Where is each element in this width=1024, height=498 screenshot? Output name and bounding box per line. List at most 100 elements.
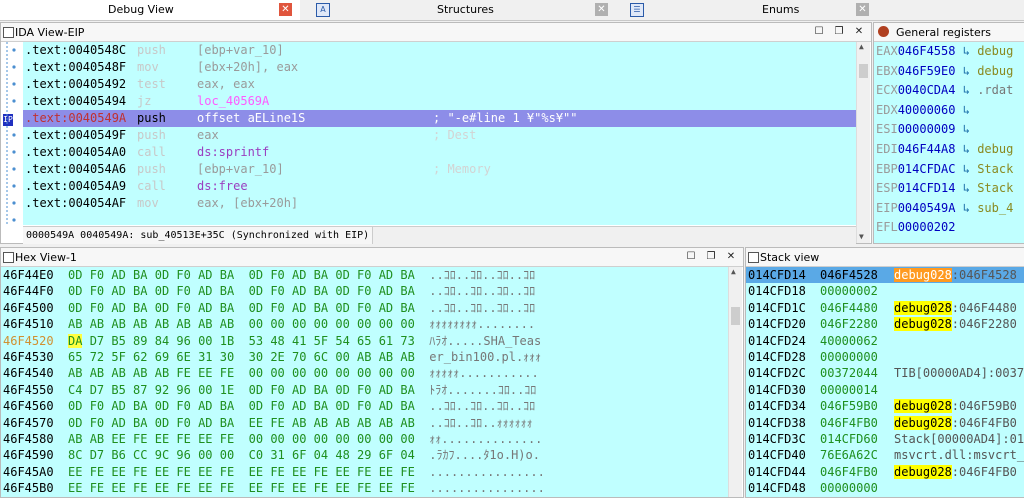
close-icon[interactable]: ✕ [595,3,608,16]
hex-view-title: Hex View-1 [15,251,77,264]
stack-row[interactable]: 014CFD38 046F4FB0 debug028:046F4FB0 [746,415,1024,431]
stack-row[interactable]: 014CFD1C 046F4480 debug028:046F4480 [746,300,1024,316]
disassembly-scrollbar[interactable]: ▲ ▼ [856,42,870,243]
scroll-down-icon[interactable]: ▼ [859,232,864,241]
stack-row[interactable]: 014CFD44 046F4FB0 debug028:046F4FB0 [746,464,1024,480]
hex-row[interactable]: 46F4530 65 72 5F 62 69 6E 31 30 30 2E 70… [3,349,541,365]
hex-row[interactable]: 46F4510 AB AB AB AB AB AB AB AB 00 00 00… [3,316,535,332]
disasm-line[interactable]: .text:00405492 test eax, eax [23,76,856,93]
stack-row[interactable]: 014CFD40 76E6A62C msvcrt.dll:msvcrt_ [746,447,1024,463]
stack-view-panel: Stack view 014CFD14 046F4528 debug028:046F… [745,247,1024,498]
registers-list[interactable]: EAX046F4558 ↳ debug EBX046F59E0 ↳ debug … [874,42,1024,243]
disasm-line[interactable]: .text:004054A0 call ds:sprintf [23,144,856,161]
hex-row[interactable]: 46F45A0 EE FE EE FE EE FE EE FE EE FE EE… [3,464,545,480]
hex-dump[interactable]: 46F44E0 0D F0 AD BA 0D F0 AD BA 0D F0 AD… [1,267,728,497]
document-tab-bar: Debug View ✕ A Structures ✕ ☰ Enums ✕ [0,0,1024,21]
register-row[interactable]: EBX046F59E0 ↳ debug [876,62,1013,81]
close-icon[interactable]: ✕ [725,250,737,263]
register-row[interactable]: ESI00000009 ↳ [876,120,970,139]
stack-row[interactable]: 014CFD18 00000002 [746,283,1024,299]
jump-arrow-icon: ↳ [962,44,970,58]
register-row[interactable]: ECX0040CDA4 ↳ .rdat [876,81,1013,100]
restore-icon[interactable]: ❐ [705,250,717,263]
register-row[interactable]: EAX046F4558 ↳ debug [876,42,1013,61]
tab-debug-view[interactable]: Debug View ✕ [0,0,300,20]
hex-row[interactable]: 46F4500 0D F0 AD BA 0D F0 AD BA 0D F0 AD… [3,300,535,316]
disasm-line[interactable]: .text:004054AF mov eax, [ebx+20h] [23,195,856,212]
hex-scrollbar[interactable]: ▲ [728,267,742,497]
close-icon[interactable]: ✕ [856,3,869,16]
registers-panel: General registers EAX046F4558 ↳ debug EB… [873,22,1024,244]
hex-row[interactable]: 46F44F0 0D F0 AD BA 0D F0 AD BA 0D F0 AD… [3,283,535,299]
hex-row[interactable]: 46F45B0 EE FE EE FE EE FE EE FE EE FE EE… [3,480,545,496]
scrollbar-thumb[interactable] [731,307,740,325]
disasm-line[interactable]: .text:0040548C push [ebp+var_10] [23,42,856,59]
selected-byte: DA [68,333,83,348]
register-row[interactable]: EFL00000202 [876,218,955,237]
hex-row[interactable]: 46F4590 8C D7 B6 CC 9C 96 00 00 C0 31 6F… [3,447,540,463]
stack-view-title: Stack view [760,251,820,264]
scroll-up-icon[interactable]: ▲ [731,267,736,276]
jump-arrow-icon: ↳ [962,122,970,137]
disassembly-title-bar: IDA View-EIP ☐ ❐ ✕ [1,23,871,42]
close-icon[interactable]: ✕ [853,25,865,38]
stack-row[interactable]: 014CFD20 046F2280 debug028:046F2280 [746,316,1024,332]
restore-icon[interactable]: ❐ [833,25,845,38]
disassembly-listing[interactable]: .text:0040548C push [ebp+var_10] .text:004… [23,42,856,225]
flow-arrows [6,42,16,225]
structures-icon: A [316,3,330,17]
tab-debug-view-label: Debug View [108,3,174,16]
disassembly-title: IDA View-EIP [15,26,85,39]
jump-arrow-icon: ↳ [962,102,970,117]
hex-view-title-bar: Hex View-1 ☐ ❐ ✕ [1,248,743,267]
stack-list[interactable]: 014CFD14 046F4528 debug028:046F4528 014CFD… [746,267,1024,497]
disasm-line[interactable]: .text:004054A9 call ds:free [23,178,856,195]
jump-arrow-icon: ↳ [962,83,970,98]
bug-icon [878,26,889,37]
register-row[interactable]: EIP0040549A ↳ sub_4 [876,199,1013,218]
jump-arrow-icon: ↳ [962,142,970,156]
jump-arrow-icon: ↳ [962,181,970,196]
register-row[interactable]: ESP014CFD14 ↳ Stack [876,179,1013,198]
tab-enums[interactable]: ☰ Enums ✕ [620,0,870,20]
hex-row[interactable]: 46F44E0 0D F0 AD BA 0D F0 AD BA 0D F0 AD… [3,267,535,283]
jump-arrow-icon: ↳ [962,161,970,176]
close-icon[interactable]: ✕ [279,3,292,16]
view-icon [748,252,759,263]
register-row[interactable]: EDX40000060 ↳ [876,101,970,120]
minimize-icon[interactable]: ☐ [685,250,697,263]
disasm-line[interactable]: .text:00405494 jz loc_40569A [23,93,856,110]
scroll-up-icon[interactable]: ▲ [859,42,864,51]
hex-row-selected[interactable]: 46F4520 DA D7 B5 89 84 96 00 1B 53 48 41… [3,333,541,349]
hex-row[interactable]: 46F4540 AB AB AB AB AB FE EE FE 00 00 00… [3,365,539,381]
stack-row[interactable]: 014CFD28 00000000 [746,349,1024,365]
stack-row[interactable]: 014CFD30 00000014 [746,382,1024,398]
disasm-line[interactable]: .text:0040548F mov [ebx+20h], eax [23,59,856,76]
disassembly-status-bar: 0000549A 0040549A: sub_40513E+35C (Synch… [23,226,856,244]
scrollbar-thumb[interactable] [859,64,868,78]
stack-row[interactable]: 014CFD3C 014CFD60 Stack[00000AD4]:01 [746,431,1024,447]
register-row[interactable]: EDI046F44A8 ↳ debug [876,140,1013,159]
tab-structures[interactable]: A Structures ✕ [310,0,610,20]
hex-row[interactable]: 46F4550 C4 D7 B5 87 92 96 00 1E 0D F0 AD… [3,382,536,398]
hex-row[interactable]: 46F4570 0D F0 AD BA 0D F0 AD BA EE FE AB… [3,415,533,431]
register-row[interactable]: EBP014CFDAC ↳ Stack [876,160,1013,179]
hex-row[interactable]: 46F4560 0D F0 AD BA 0D F0 AD BA 0D F0 AD… [3,398,535,414]
disasm-line[interactable]: .text:004054A6 push [ebp+var_10]; Memory [23,161,856,178]
disassembly-gutter: IP [1,42,23,225]
hex-row[interactable]: 46F4580 AB AB EE FE EE FE EE FE 00 00 00… [3,431,542,447]
stack-row[interactable]: 014CFD24 40000062 [746,333,1024,349]
enums-icon: ☰ [630,3,644,17]
minimize-icon[interactable]: ☐ [813,25,825,38]
disasm-line[interactable]: .text:0040549F push eax; Dest [23,127,856,144]
stack-row[interactable]: 014CFD34 046F59B0 debug028:046F59B0 [746,398,1024,414]
stack-row[interactable]: 014CFD2C 00372044 TIB[00000AD4]:0037 [746,365,1024,381]
view-icon [3,252,14,263]
stack-row-current[interactable]: 014CFD14 046F4528 debug028:046F4528 [746,267,1024,284]
hex-view-panel: Hex View-1 ☐ ❐ ✕ 46F44E0 0D F0 AD BA 0D … [0,247,744,498]
tab-structures-label: Structures [437,3,494,16]
registers-title: General registers [896,26,991,39]
stack-view-title-bar: Stack view [746,248,1024,267]
disasm-current-line[interactable]: .text:0040549A push offset aELine1S; "-e#l… [23,110,856,127]
stack-row[interactable]: 014CFD48 00000000 [746,480,1024,496]
